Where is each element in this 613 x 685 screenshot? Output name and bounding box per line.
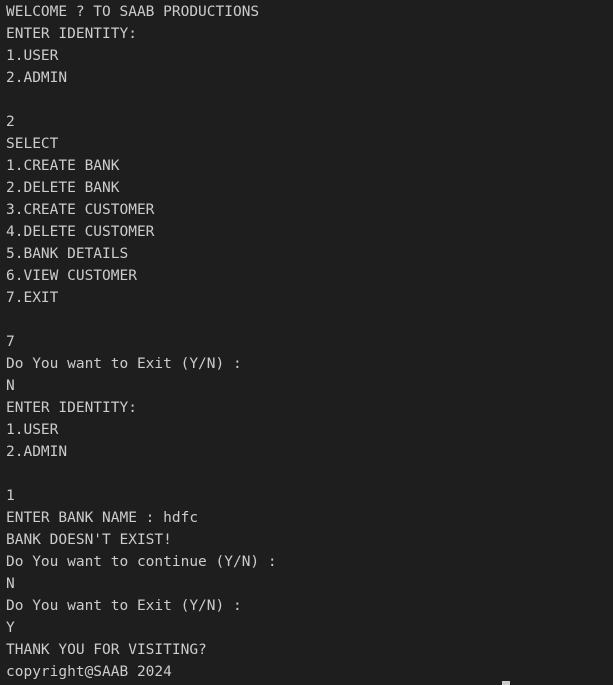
terminal-line: 7.EXIT bbox=[6, 290, 59, 306]
terminal-line: BANK DOESN'T EXIST! bbox=[6, 532, 172, 548]
terminal-line: 5.BANK DETAILS bbox=[6, 246, 129, 262]
terminal-line: 2.ADMIN bbox=[6, 444, 68, 460]
terminal-line: Do You want to continue (Y/N) : bbox=[6, 554, 277, 570]
terminal-line: N bbox=[6, 378, 15, 394]
terminal-cursor bbox=[502, 681, 510, 685]
terminal-line: Y bbox=[6, 620, 15, 636]
terminal-line: THANK YOU FOR VISITING? bbox=[6, 642, 207, 658]
terminal-line: Do You want to Exit (Y/N) : bbox=[6, 356, 242, 372]
terminal-line: ENTER BANK NAME : hdfc bbox=[6, 510, 199, 526]
terminal-line: WELCOME ? TO SAAB PRODUCTIONS bbox=[6, 4, 260, 20]
terminal-line: ENTER IDENTITY: bbox=[6, 400, 137, 416]
terminal-line: 6.VIEW CUSTOMER bbox=[6, 268, 137, 284]
terminal-line: 1.USER bbox=[6, 422, 59, 438]
terminal-line: SELECT bbox=[6, 136, 59, 152]
terminal-line: 2.DELETE BANK bbox=[6, 180, 120, 196]
terminal-line: 2.ADMIN bbox=[6, 70, 68, 86]
terminal-line: 2 bbox=[6, 114, 15, 130]
terminal-line: 7 bbox=[6, 334, 15, 350]
terminal-line: N bbox=[6, 576, 15, 592]
terminal-line: 1.CREATE BANK bbox=[6, 158, 120, 174]
terminal-line: Do You want to Exit (Y/N) : bbox=[6, 598, 242, 614]
terminal-line: 1.USER bbox=[6, 48, 59, 64]
terminal-line: 3.CREATE CUSTOMER bbox=[6, 202, 155, 218]
terminal-line: copyright@SAAB 2024 bbox=[6, 664, 172, 680]
terminal-line: ENTER IDENTITY: bbox=[6, 26, 137, 42]
terminal-line: 1 bbox=[6, 488, 15, 504]
terminal-line: 4.DELETE CUSTOMER bbox=[6, 224, 155, 240]
terminal-output[interactable]: WELCOME ? TO SAAB PRODUCTIONS ENTER IDEN… bbox=[0, 0, 613, 685]
